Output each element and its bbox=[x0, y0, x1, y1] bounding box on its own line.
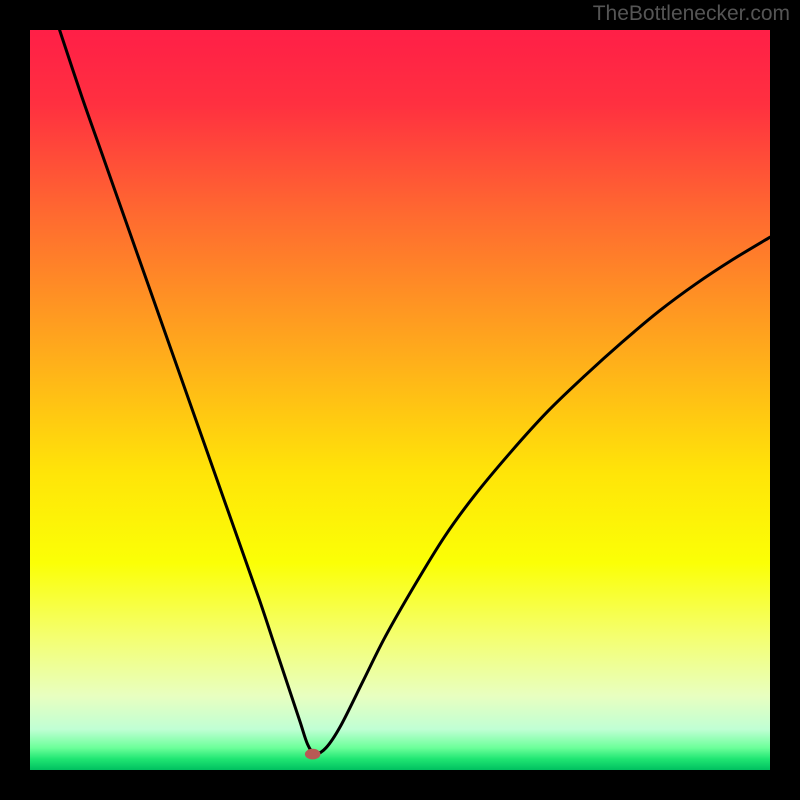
watermark-label: TheBottlenecker.com bbox=[593, 2, 790, 26]
plot-area bbox=[30, 30, 770, 770]
gradient-background bbox=[30, 30, 770, 770]
chart-frame: TheBottlenecker.com bbox=[0, 0, 800, 800]
curve-minimum-marker bbox=[305, 749, 321, 760]
chart-svg bbox=[30, 30, 770, 770]
